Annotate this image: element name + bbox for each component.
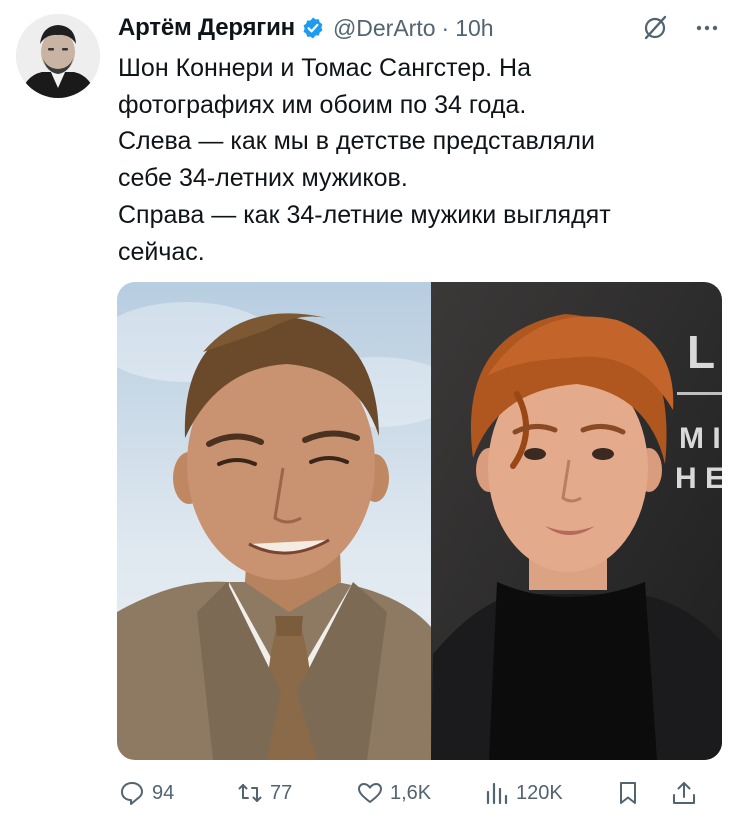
like-button[interactable]: 1,6K (356, 779, 482, 807)
sign-letter-text: H E (675, 462, 722, 495)
tweet-text-line: фотографиях им обоим по 34 года. (118, 90, 527, 119)
views-icon (486, 782, 508, 805)
reply-button[interactable]: 94 (118, 779, 236, 807)
author-handle[interactable]: @DerArto (333, 15, 436, 42)
tweet-header: Артём Дерягин @DerArto · 10h (118, 10, 722, 46)
tweet-action-bar: 94 77 1,6K 120K (118, 776, 723, 810)
reply-icon (121, 782, 143, 805)
share-button[interactable] (670, 779, 710, 807)
bookmark-button[interactable] (614, 779, 670, 807)
views-count: 120K (516, 781, 563, 804)
avatar-portrait-image (16, 14, 100, 98)
retweet-count: 77 (270, 781, 293, 804)
share-icon (673, 782, 695, 804)
separator-dot: · (441, 14, 450, 41)
sign-letter-text: M I (679, 422, 721, 455)
tweet-media[interactable]: L M I H E (117, 282, 722, 760)
views-button[interactable]: 120K (482, 779, 614, 807)
tweet-text-line: сейчас. (118, 237, 205, 266)
sign-letter-text: L (687, 326, 715, 378)
like-count: 1,6K (390, 781, 432, 804)
retweet-button[interactable]: 77 (236, 779, 356, 807)
sean-connery-photo (117, 282, 457, 760)
heart-icon (358, 783, 382, 803)
verified-badge-icon (303, 17, 323, 39)
tweet-text-line: Шон Коннери и Томас Сангстер. На (118, 54, 531, 82)
comparison-photo: L M I H E (117, 282, 722, 760)
bookmark-icon (620, 782, 636, 804)
tweet-text-line: Справа — как 34-летние мужики выглядят (118, 200, 611, 229)
tweet-text: Шон Коннери и Томас Сангстер. На фотогра… (118, 50, 718, 270)
more-icon[interactable] (692, 13, 722, 43)
thomas-sangster-photo: L M I H E (431, 282, 722, 760)
reply-count: 94 (152, 781, 175, 804)
tweet-time[interactable]: 10h (455, 15, 493, 42)
retweet-icon (238, 784, 262, 802)
header-actions (640, 13, 722, 43)
tweet-text-line: себе 34-летних мужиков. (118, 164, 408, 193)
tweet-text-line: Слева — как мы в детстве представляли (118, 127, 595, 156)
author-name[interactable]: Артём Дерягин (118, 14, 295, 42)
grok-icon[interactable] (640, 13, 670, 43)
avatar[interactable] (16, 14, 100, 98)
